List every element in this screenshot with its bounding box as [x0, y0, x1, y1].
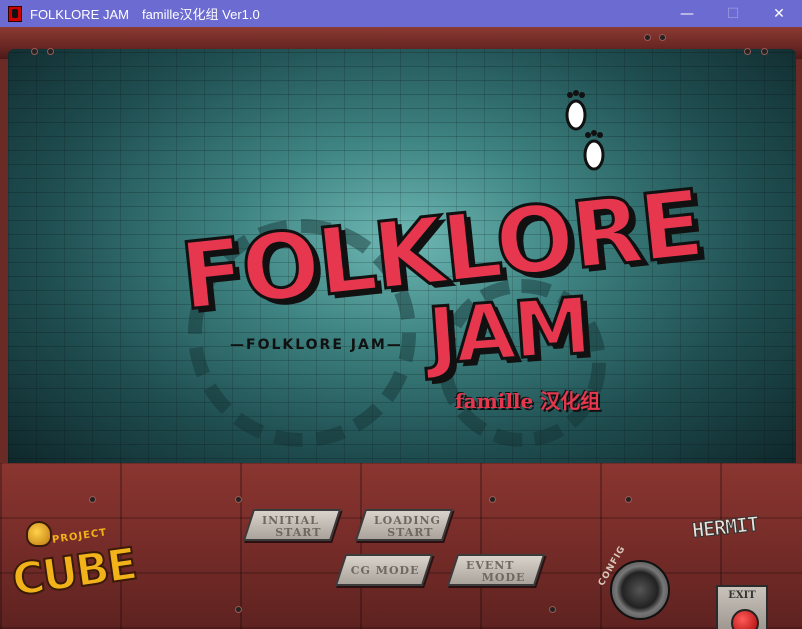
rivet: [490, 497, 495, 502]
project-cube-logo: PROJECT CUBE: [8, 517, 168, 627]
button-label: START: [275, 526, 322, 539]
button-label: EVENT: [465, 559, 515, 572]
logo-subtitle: —FOLKLORE JAM—: [230, 337, 403, 353]
rivet: [745, 49, 750, 54]
rivet: [236, 497, 241, 502]
config-knob[interactable]: [610, 560, 670, 620]
bullet-icon: [26, 521, 52, 547]
logo-jam-text: JAM: [424, 280, 594, 384]
button-label: LOADING: [373, 514, 441, 527]
app-icon: [8, 5, 22, 22]
translation-credit: famille 汉化组: [455, 389, 601, 413]
exit-label: EXIT: [728, 590, 756, 601]
rivet: [660, 35, 665, 40]
rivet: [32, 49, 37, 54]
footprints-icon: [565, 90, 605, 171]
button-label: MODE: [481, 571, 526, 584]
game-screen: FOLKLORE JAM —FOLKLORE JAM— famille 汉化组 …: [0, 27, 802, 629]
button-label: INITIAL: [261, 514, 319, 527]
button-label: START: [387, 526, 434, 539]
exit-button[interactable]: [731, 609, 759, 629]
title-bar: FOLKLORE JAM famille汉化组 Ver1.0 — ☐ ✕: [0, 0, 802, 27]
initial-start-button[interactable]: INITIAL START: [242, 509, 342, 541]
button-label: CG MODE: [350, 564, 420, 577]
event-mode-button[interactable]: EVENT MODE: [446, 554, 546, 586]
maximize-button[interactable]: ☐: [710, 0, 756, 27]
rivet: [626, 497, 631, 502]
exit-panel: EXIT: [716, 585, 768, 629]
close-button[interactable]: ✕: [756, 0, 802, 27]
loading-start-button[interactable]: LOADING START: [354, 509, 454, 541]
rivet: [90, 497, 95, 502]
window-title: FOLKLORE JAM famille汉化组 Ver1.0: [30, 7, 260, 22]
minimize-button[interactable]: —: [664, 0, 710, 27]
rivet: [645, 35, 650, 40]
rivet: [762, 49, 767, 54]
cg-mode-button[interactable]: CG MODE: [334, 554, 434, 586]
rivet: [236, 607, 241, 612]
rivet: [48, 49, 53, 54]
rivet: [550, 607, 555, 612]
cube-text: CUBE: [8, 538, 140, 608]
game-window: FOLKLORE JAM famille汉化组 Ver1.0 — ☐ ✕ FOL…: [0, 0, 802, 629]
